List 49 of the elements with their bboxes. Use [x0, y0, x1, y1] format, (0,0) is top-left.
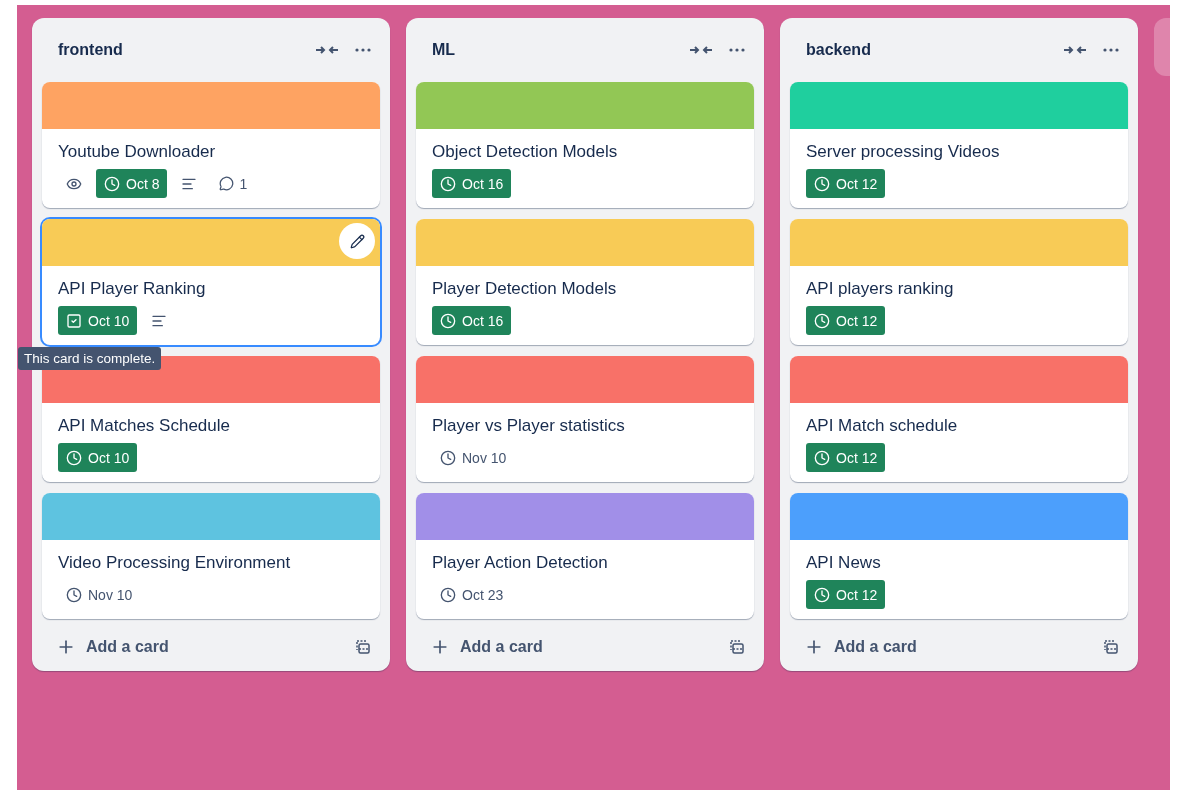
- due-date-badge: Oct 12: [806, 443, 886, 472]
- card[interactable]: Player Action Detection Oct 23: [416, 493, 754, 619]
- add-card-button[interactable]: Add a card: [800, 633, 1090, 661]
- due-date-badge: Oct 12: [806, 306, 886, 335]
- card-title: Youtube Downloader: [58, 142, 217, 162]
- card-title: Video Processing Environment: [58, 553, 292, 573]
- card-title: API players ranking: [806, 279, 955, 299]
- due-date-badge: Oct 23: [432, 580, 512, 609]
- card[interactable]: Object Detection Models Oct 16: [416, 82, 754, 208]
- card[interactable]: Video Processing Environment Nov 10: [42, 493, 380, 619]
- card-title: API Matches Schedule: [58, 416, 231, 436]
- card-title: Server processing Videos: [806, 142, 1001, 162]
- due-date-badge: Oct 10: [58, 443, 138, 472]
- list-title[interactable]: backend: [806, 41, 1050, 59]
- due-date-badge: Nov 10: [432, 443, 515, 472]
- card-title: Player Action Detection: [432, 553, 609, 573]
- more-icon: [355, 48, 371, 52]
- card-title: Player Detection Models: [432, 279, 618, 299]
- card[interactable]: Player vs Player statistics Nov 10: [416, 356, 754, 482]
- card[interactable]: Player Detection Models Oct 16: [416, 219, 754, 345]
- card-title: API News: [806, 553, 882, 573]
- card[interactable]: API Match schedule Oct 12: [790, 356, 1128, 482]
- card-title: Object Detection Models: [432, 142, 619, 162]
- template-icon: [355, 639, 371, 655]
- card[interactable]: Youtube Downloader Oct 8 1: [42, 82, 380, 208]
- card[interactable]: API players ranking Oct 12: [790, 219, 1128, 345]
- comment-count: 1: [211, 175, 256, 192]
- template-icon: [1103, 639, 1119, 655]
- due-date-badge: Oct 16: [432, 169, 512, 198]
- due-date-badge: Oct 12: [806, 169, 886, 198]
- due-date-badge: Oct 16: [432, 306, 512, 335]
- card[interactable]: Server processing Videos Oct 12: [790, 82, 1128, 208]
- card[interactable]: API News Oct 12: [790, 493, 1128, 619]
- list-title[interactable]: frontend: [58, 41, 302, 59]
- pencil-icon: [349, 233, 365, 249]
- due-date-badge[interactable]: Oct 10: [58, 306, 138, 335]
- more-icon: [729, 48, 745, 52]
- due-date-badge: Nov 10: [58, 580, 141, 609]
- more-icon: [1103, 48, 1119, 52]
- list-title[interactable]: ML: [432, 41, 676, 59]
- card-title: API Player Ranking: [58, 279, 207, 299]
- template-icon: [729, 639, 745, 655]
- card-title: Player vs Player statistics: [432, 416, 626, 436]
- add-card-button[interactable]: Add a card: [426, 633, 716, 661]
- due-date-badge: Oct 8: [96, 169, 168, 198]
- due-date-badge: Oct 12: [806, 580, 886, 609]
- add-card-button[interactable]: Add a card: [52, 633, 342, 661]
- tooltip: This card is complete.: [18, 347, 162, 370]
- card-title: API Match schedule: [806, 416, 959, 436]
